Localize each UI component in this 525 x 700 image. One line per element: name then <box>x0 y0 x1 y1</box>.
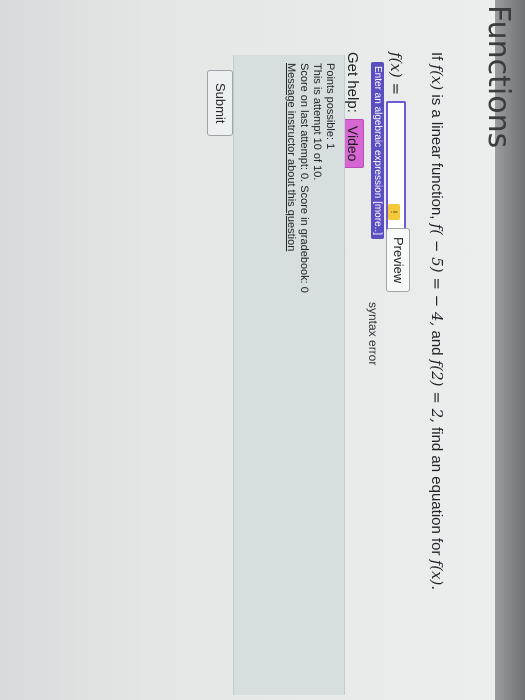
warning-icon[interactable]: ! <box>388 204 400 220</box>
answer-label: f(x) = <box>387 52 405 96</box>
question-and: and <box>428 330 445 356</box>
question-condition-2: f(2) = 2, <box>428 359 446 423</box>
info-panel: Points possible: 1 This is attempt 10 of… <box>233 55 345 695</box>
question-prefix: If <box>428 52 445 61</box>
question-target: f(x). <box>428 559 446 591</box>
question-middle: is a linear function, <box>428 94 445 220</box>
question-text: If f(x) is a linear function, f( − 5) = … <box>428 52 446 590</box>
help-label: Get help: <box>344 52 362 113</box>
question-ask: find an equation for <box>428 427 445 556</box>
syntax-error-text: syntax error <box>366 302 380 366</box>
video-button[interactable]: Video <box>342 118 364 169</box>
score-info: Score on last attempt: 0. Score in grade… <box>298 63 310 293</box>
help-row: Get help: Video <box>342 52 364 169</box>
screen: Functions If f(x) is a linear function, … <box>0 0 516 700</box>
question-function: f(x) <box>428 64 446 91</box>
question-condition-1: f( − 5) = − 4, <box>428 223 446 327</box>
points-possible: Points possible: 1 <box>324 63 336 150</box>
attempt-count: This is attempt 10 of 10. <box>311 63 323 181</box>
preview-button[interactable]: Preview <box>386 228 410 293</box>
message-instructor-link[interactable]: Message instructor about this question <box>284 63 297 251</box>
syntax-tooltip[interactable]: Enter an algebraic expression [more..] <box>371 62 384 239</box>
page-title: Functions <box>481 5 516 149</box>
submit-button[interactable]: Submit <box>207 70 233 137</box>
